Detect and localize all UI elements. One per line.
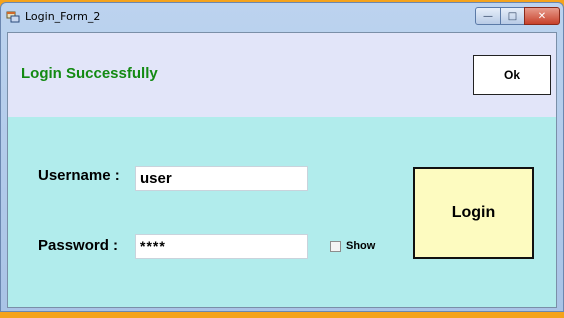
password-label: Password : bbox=[38, 237, 119, 254]
status-message: Login Successfully bbox=[21, 65, 158, 82]
login-panel: Username : user Password : **** Show Log… bbox=[8, 117, 556, 307]
app-icon bbox=[6, 11, 20, 23]
minimize-button[interactable]: — bbox=[475, 7, 501, 25]
close-button[interactable]: ✕ bbox=[524, 7, 560, 25]
username-field[interactable]: user bbox=[135, 166, 308, 191]
form-client-area: Login Successfully Ok Username : user Pa… bbox=[7, 32, 557, 308]
status-panel: Login Successfully Ok bbox=[8, 33, 556, 117]
maximize-button[interactable]: □ bbox=[500, 7, 525, 25]
minimize-icon: — bbox=[483, 10, 493, 22]
login-button[interactable]: Login bbox=[413, 167, 534, 259]
window-title: Login_Form_2 bbox=[25, 10, 101, 23]
app-window: Login_Form_2 — □ ✕ Login Successfully Ok… bbox=[0, 2, 564, 312]
ok-button[interactable]: Ok bbox=[473, 55, 551, 95]
close-icon: ✕ bbox=[537, 10, 547, 22]
show-password-label: Show bbox=[346, 240, 376, 252]
show-password-toggle[interactable]: Show bbox=[330, 240, 375, 252]
username-label: Username : bbox=[38, 167, 120, 184]
title-bar[interactable]: Login_Form_2 — □ ✕ bbox=[1, 3, 563, 31]
maximize-icon: □ bbox=[507, 10, 518, 22]
password-field[interactable]: **** bbox=[135, 234, 308, 259]
show-password-checkbox[interactable] bbox=[330, 240, 341, 252]
